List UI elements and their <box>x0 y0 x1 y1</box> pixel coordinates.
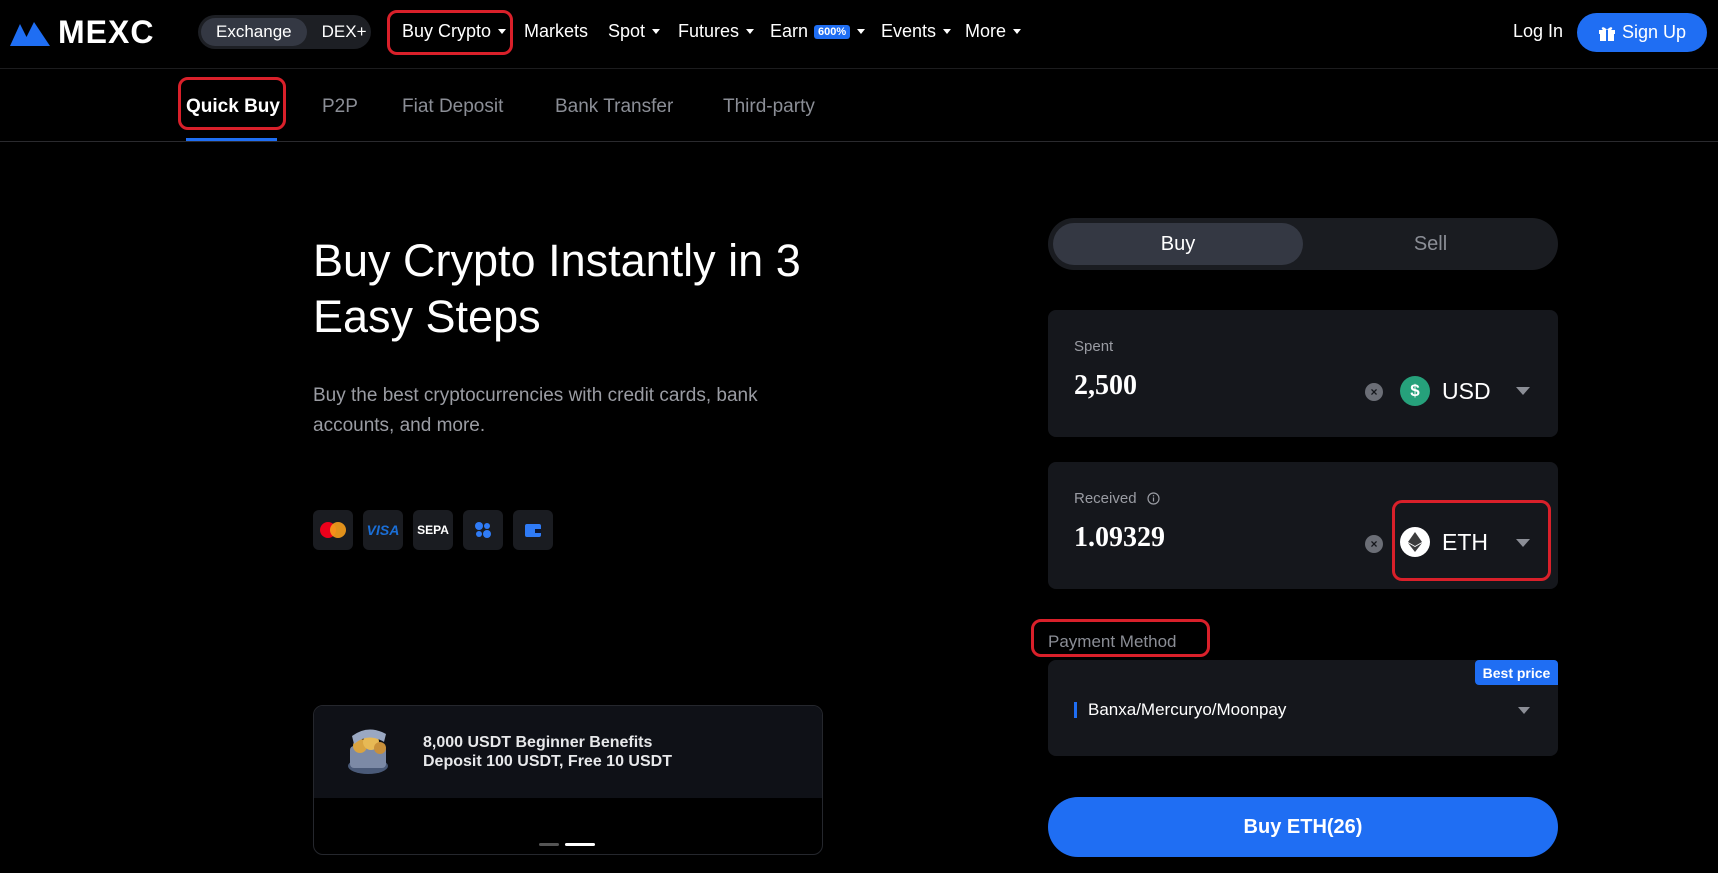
tab-p2p[interactable]: P2P <box>322 96 358 118</box>
info-icon[interactable] <box>1146 492 1160 505</box>
mastercard-icon <box>313 510 353 550</box>
spent-box: Spent × $ USD <box>1048 310 1558 437</box>
visa-text: VISA <box>366 522 400 538</box>
buy-toggle-button[interactable]: Buy <box>1053 223 1303 265</box>
buy-crypto-tabs: Quick Buy P2P Fiat Deposit Bank Transfer… <box>0 70 1718 142</box>
buy-sell-toggle: Buy Sell <box>1048 218 1558 270</box>
tab-third-party[interactable]: Third-party <box>723 96 815 118</box>
treasure-chest-icon <box>348 729 388 774</box>
nav-markets[interactable]: Markets <box>524 21 588 42</box>
promo-subtitle: Deposit 100 USDT, Free 10 USDT <box>423 753 672 770</box>
brand-name: MEXC <box>58 14 155 50</box>
chevron-down-icon <box>498 29 507 34</box>
tab-fiat-deposit[interactable]: Fiat Deposit <box>402 96 503 118</box>
active-tab-indicator <box>186 138 277 141</box>
nav-earn[interactable]: Earn 600% <box>770 21 866 42</box>
clear-icon[interactable]: × <box>1365 535 1383 553</box>
chevron-down-icon[interactable] <box>1516 387 1530 395</box>
provider-indicator <box>1074 702 1077 718</box>
spent-amount-input[interactable] <box>1074 370 1334 402</box>
chevron-down-icon[interactable] <box>1516 539 1530 547</box>
gift-icon <box>1598 26 1615 41</box>
best-price-badge: Best price <box>1475 660 1558 685</box>
chevron-down-icon <box>943 29 952 34</box>
nav-buy-crypto[interactable]: Buy Crypto <box>402 21 507 42</box>
received-label: Received <box>1074 490 1160 507</box>
logo[interactable]: MEXC <box>10 14 154 51</box>
sepa-logo: SEPA <box>413 510 453 550</box>
earn-badge: 600% <box>814 24 851 39</box>
wallet-icon <box>513 510 553 550</box>
chevron-down-icon[interactable] <box>1518 707 1530 714</box>
hero-subtitle: Buy the best cryptocurrencies with credi… <box>313 385 758 436</box>
nav-futures[interactable]: Futures <box>678 21 755 42</box>
nav-earn-label: Earn <box>770 21 809 41</box>
tab-quick-buy[interactable]: Quick Buy <box>186 96 280 118</box>
spent-currency-select[interactable]: $ USD <box>1400 376 1491 406</box>
mexc-logo-icon <box>10 21 50 46</box>
spent-label: Spent <box>1074 338 1113 355</box>
payment-logos: VISA SEPA <box>313 510 553 550</box>
visa-logo: VISA <box>363 510 403 550</box>
carousel-dots <box>539 843 595 846</box>
tab-bank-transfer[interactable]: Bank Transfer <box>555 96 673 118</box>
sepa-text: SEPA <box>417 523 449 537</box>
signup-label: Sign Up <box>1621 22 1687 42</box>
usd-icon: $ <box>1400 376 1430 406</box>
nav-spot[interactable]: Spot <box>608 21 661 42</box>
exchange-dex-switch: Exchange DEX+ <box>198 15 371 49</box>
carousel-dot-active[interactable] <box>565 843 595 846</box>
chevron-down-icon <box>857 29 866 34</box>
received-amount-input[interactable] <box>1074 522 1334 554</box>
hero-title: Buy Crypto Instantly in 3 Easy Steps <box>313 235 801 342</box>
received-currency-select[interactable]: ETH <box>1400 527 1488 557</box>
signup-button[interactable]: Sign Up <box>1577 13 1707 52</box>
spent-currency-label: USD <box>1442 377 1491 404</box>
nav-markets-label: Markets <box>524 21 589 41</box>
top-nav: MEXC Exchange DEX+ Buy Crypto Markets Sp… <box>0 0 1718 69</box>
login-link[interactable]: Log In <box>1513 21 1563 42</box>
exchange-tab[interactable]: Exchange <box>201 18 307 46</box>
promo-title: 8,000 USDT Beginner Benefits <box>423 734 653 751</box>
spent-label-text: Spent <box>1074 338 1114 355</box>
dex-tab[interactable]: DEX+ <box>307 18 382 46</box>
nav-buy-crypto-label: Buy Crypto <box>402 21 492 41</box>
nav-events[interactable]: Events <box>881 21 952 42</box>
nav-more[interactable]: More <box>965 21 1022 42</box>
payment-method-label: Payment Method <box>1048 632 1177 651</box>
promo-banner[interactable]: 8,000 USDT Beginner Benefits Deposit 100… <box>313 705 823 855</box>
carousel-dot[interactable] <box>539 843 559 846</box>
chevron-down-icon <box>746 29 755 34</box>
nav-spot-label: Spot <box>608 21 646 41</box>
nav-more-label: More <box>965 21 1007 41</box>
received-box: Received × ETH <box>1048 462 1558 589</box>
chevron-down-icon <box>1013 29 1022 34</box>
nav-events-label: Events <box>881 21 937 41</box>
clear-icon[interactable]: × <box>1365 383 1383 401</box>
chevron-down-icon <box>652 29 661 34</box>
sell-toggle-button[interactable]: Sell <box>1308 223 1553 265</box>
eth-icon <box>1400 527 1430 557</box>
nav-futures-label: Futures <box>678 21 740 41</box>
received-label-text: Received <box>1074 490 1137 507</box>
apple-pay-icon <box>463 510 503 550</box>
buy-eth-button[interactable]: Buy ETH(26) <box>1048 797 1558 857</box>
received-currency-label: ETH <box>1442 528 1488 555</box>
payment-provider: Banxa/Mercuryo/Moonpay <box>1088 700 1287 719</box>
